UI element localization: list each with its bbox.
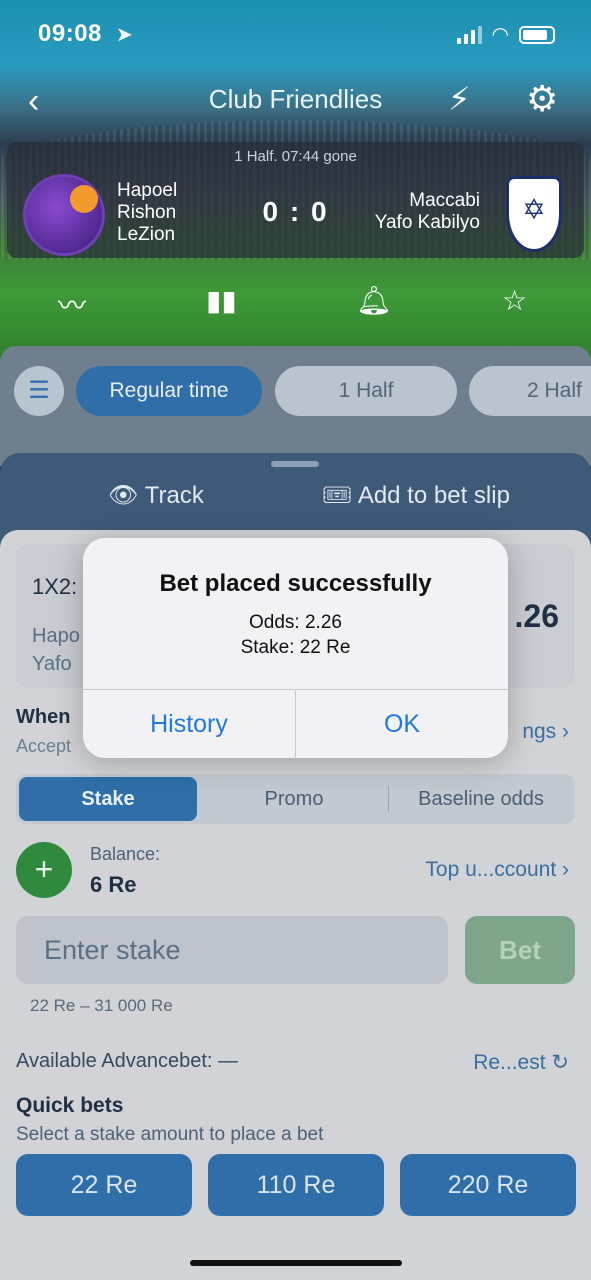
home-indicator xyxy=(190,1260,402,1266)
advancebet-label: Available Advancebet: — xyxy=(16,1050,239,1072)
chart-line-icon[interactable]: 〰 xyxy=(58,284,86,324)
balance-value: 6 Re xyxy=(90,872,137,897)
alert-title: Bet placed successfully xyxy=(159,570,432,597)
selection-odds: .26 xyxy=(514,598,559,634)
location-arrow-icon: ➤ xyxy=(116,24,133,46)
stadium-header: 09:08 ➤ ◠ ‹ Club Friendlies ⚡ ⚙ 1 Half. … xyxy=(0,0,591,360)
page-title: Club Friendlies xyxy=(208,84,383,114)
add-to-slip-button[interactable]: 🎟︎ Add to bet slip xyxy=(322,481,510,510)
status-time: 09:08 xyxy=(38,20,102,47)
market-panel: ☰ Regular time 1 Half 2 Half xyxy=(0,346,591,466)
away-team-logo xyxy=(506,176,562,252)
tab-regular-time[interactable]: Regular time xyxy=(76,366,262,416)
settings-link[interactable]: ngs › xyxy=(522,720,569,744)
gear-icon[interactable]: ⚙ xyxy=(526,78,558,120)
segment-baseline-odds[interactable]: Baseline odds xyxy=(390,777,572,821)
signal-icon xyxy=(456,25,482,44)
sheet-grabber[interactable] xyxy=(271,461,319,467)
top-up-account-link[interactable]: Top u...ccount › xyxy=(425,858,569,882)
quick-bet-button[interactable]: 22 Re xyxy=(16,1154,192,1216)
star-icon[interactable]: ☆ xyxy=(502,284,527,317)
stake-range: 22 Re – 31 000 Re xyxy=(30,996,173,1015)
tab-1-half[interactable]: 1 Half xyxy=(275,366,457,416)
quick-bets-subtitle: Select a stake amount to place a bet xyxy=(16,1124,324,1145)
alert-stake: Stake: 22 Re xyxy=(240,637,351,658)
stats-bars-icon[interactable]: ▮▮ xyxy=(206,284,237,317)
list-icon[interactable]: ☰ xyxy=(14,366,64,416)
away-team-name: Maccabi Yafo Kabilyo xyxy=(374,190,480,233)
stake-input[interactable] xyxy=(16,916,448,984)
selection-teams: Hapo Yafo xyxy=(32,625,80,675)
match-time: 1 Half. 07:44 gone xyxy=(234,148,357,165)
plus-icon[interactable]: + xyxy=(16,842,72,898)
segment-stake[interactable]: Stake xyxy=(19,777,197,821)
track-icon: 👁︎ xyxy=(108,482,139,509)
status-bar: 09:08 ➤ ◠ xyxy=(0,0,591,66)
odds-change-setting: Accept xyxy=(16,736,72,756)
scoreboard: 1 Half. 07:44 gone Hapoel Rishon LeZion … xyxy=(7,142,584,258)
track-button[interactable]: 👁︎ Track xyxy=(108,481,204,510)
bet-button[interactable]: Bet xyxy=(465,916,575,984)
odds-change-title: When xyxy=(16,706,71,728)
bell-icon[interactable]: 🔔︎ xyxy=(356,284,392,317)
history-button[interactable]: History xyxy=(83,690,295,758)
match-score: 0 : 0 xyxy=(262,196,329,227)
alert-odds: Odds: 2.26 xyxy=(249,612,342,633)
market-label: 1X2: xyxy=(32,574,78,599)
match-tab-icons: 〰 ▮▮ 🔔︎ ☆ xyxy=(0,284,591,328)
nav-bar: ‹ Club Friendlies ⚡ ⚙ xyxy=(0,70,591,130)
tab-2-half[interactable]: 2 Half xyxy=(469,366,591,416)
stake-type-segmented-control: Stake Promo Baseline odds xyxy=(16,774,575,824)
quick-bet-button[interactable]: 110 Re xyxy=(208,1154,384,1216)
alert-message: Odds: 2.26 Stake: 22 Re xyxy=(83,610,508,660)
battery-icon xyxy=(519,25,555,44)
bet-success-alert: Bet placed successfully Odds: 2.26 Stake… xyxy=(83,538,508,758)
ticket-icon: 🎟︎ xyxy=(322,482,353,509)
ok-button[interactable]: OK xyxy=(296,690,508,758)
quick-bets-title: Quick bets xyxy=(16,1094,124,1117)
balance-label: Balance: xyxy=(90,844,161,864)
segment-promo[interactable]: Promo xyxy=(202,777,386,821)
quick-bet-button[interactable]: 220 Re xyxy=(400,1154,576,1216)
wifi-icon: ◠ xyxy=(491,24,509,46)
lightning-icon[interactable]: ⚡ xyxy=(448,80,470,118)
refresh-link[interactable]: Re...est ↻ xyxy=(473,1050,569,1075)
